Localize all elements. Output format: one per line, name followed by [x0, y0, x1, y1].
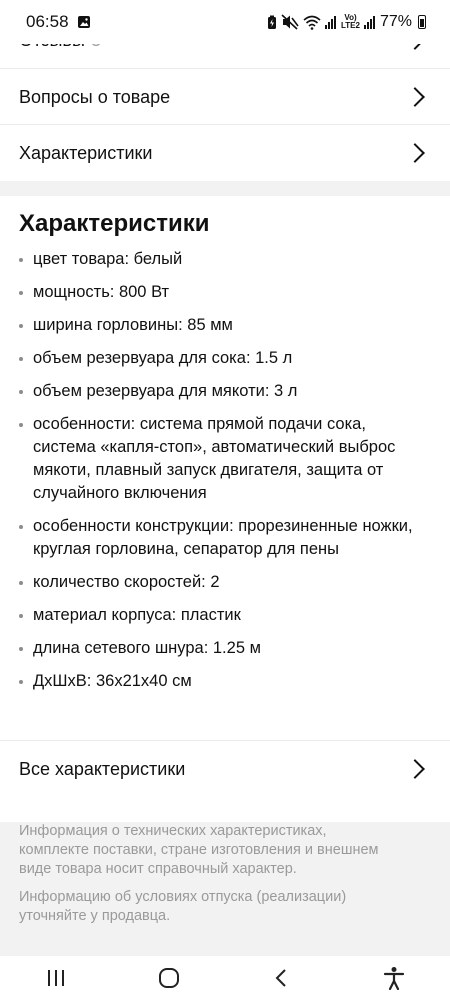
- recent-apps-icon: [48, 970, 65, 986]
- bullet-icon: [19, 291, 23, 295]
- system-nav-bar: [0, 956, 450, 1000]
- bullet-icon: [19, 525, 23, 529]
- spec-text: материал корпуса: пластик: [33, 606, 241, 624]
- all-specs-row[interactable]: Все характеристики: [0, 741, 450, 797]
- spacer: [0, 797, 450, 822]
- home-icon: [158, 968, 179, 988]
- spec-text: объем резервуара для мякоти: 3 л: [33, 382, 298, 400]
- spec-item: ширина горловины: 85 мм: [19, 314, 419, 337]
- chevron-right-icon: [405, 759, 425, 779]
- lte-label: LTE2: [341, 21, 360, 30]
- bullet-icon: [19, 390, 23, 394]
- signal-icon: [325, 16, 336, 29]
- spec-item: особенности конструкции: прорезиненные н…: [19, 515, 419, 561]
- spec-text: мощность: 800 Вт: [33, 283, 170, 301]
- specs-list: цвет товара: белый мощность: 800 Вт шири…: [19, 248, 419, 703]
- chevron-right-icon: [405, 87, 425, 107]
- back-button[interactable]: [261, 958, 301, 998]
- bullet-icon: [19, 324, 23, 328]
- battery-percent: 77%: [379, 13, 412, 30]
- questions-label: Вопросы о товаре: [19, 86, 171, 107]
- spec-text: особенности: система прямой подачи сока,…: [33, 415, 396, 502]
- spec-text: ДхШхВ: 36х21х40 см: [33, 672, 192, 690]
- spec-item: ДхШхВ: 36х21х40 см: [19, 670, 419, 693]
- back-icon: [275, 969, 286, 987]
- home-button[interactable]: [149, 958, 189, 998]
- bullet-icon: [19, 647, 23, 651]
- status-bar: 06:58 Vo) LTE2 77%: [0, 0, 450, 44]
- bullet-icon: [19, 614, 23, 618]
- spec-text: объем резервуара для сока: 1.5 л: [33, 349, 293, 367]
- scroll-content[interactable]: Отзывы8 Вопросы о товаре Характеристики …: [0, 0, 450, 956]
- wifi-icon: [303, 15, 321, 30]
- spec-text: цвет товара: белый: [33, 250, 183, 268]
- spec-item: объем резервуара для мякоти: 3 л: [19, 380, 419, 403]
- mute-icon: [281, 14, 299, 30]
- bullet-icon: [19, 357, 23, 361]
- all-specs-label: Все характеристики: [19, 758, 186, 779]
- status-time: 06:58: [26, 12, 69, 31]
- accessibility-button[interactable]: [374, 958, 414, 998]
- recent-apps-button[interactable]: [36, 958, 76, 998]
- spec-item: материал корпуса: пластик: [19, 604, 419, 627]
- specs-row[interactable]: Характеристики: [0, 125, 450, 181]
- questions-row[interactable]: Вопросы о товаре: [0, 69, 450, 125]
- bullet-icon: [19, 258, 23, 262]
- spec-item: длина сетевого шнура: 1.25 м: [19, 637, 419, 660]
- spec-text: количество скоростей: 2: [33, 573, 220, 591]
- spec-item: мощность: 800 Вт: [19, 281, 419, 304]
- spec-text: особенности конструкции: прорезиненные н…: [33, 517, 413, 558]
- battery-saver-icon: [268, 15, 276, 29]
- spec-item: количество скоростей: 2: [19, 571, 419, 594]
- bullet-icon: [19, 680, 23, 684]
- spec-text: ширина горловины: 85 мм: [33, 316, 233, 334]
- lte-indicator: Vo) LTE2: [341, 14, 360, 30]
- section-gap: [0, 181, 450, 196]
- disclaimer-text: Информацию об условиях отпуска (реализац…: [19, 889, 347, 924]
- disclaimer-block: Информация о технических характеристиках…: [0, 822, 450, 956]
- battery-icon: [418, 15, 426, 29]
- spec-item: особенности: система прямой подачи сока,…: [19, 413, 419, 505]
- spec-item: объем резервуара для сока: 1.5 л: [19, 347, 419, 370]
- chevron-right-icon: [405, 143, 425, 163]
- specs-label: Характеристики: [19, 142, 153, 163]
- spec-text: длина сетевого шнура: 1.25 м: [33, 639, 261, 657]
- signal-icon: [363, 16, 375, 29]
- bullet-icon: [19, 581, 23, 585]
- spec-item: цвет товара: белый: [19, 248, 419, 271]
- accessibility-icon: [383, 967, 404, 990]
- disclaimer-text: Информация о технических характеристиках…: [19, 823, 379, 877]
- specs-section-title: Характеристики: [19, 210, 210, 237]
- gallery-icon: [77, 16, 90, 28]
- bullet-icon: [19, 423, 23, 427]
